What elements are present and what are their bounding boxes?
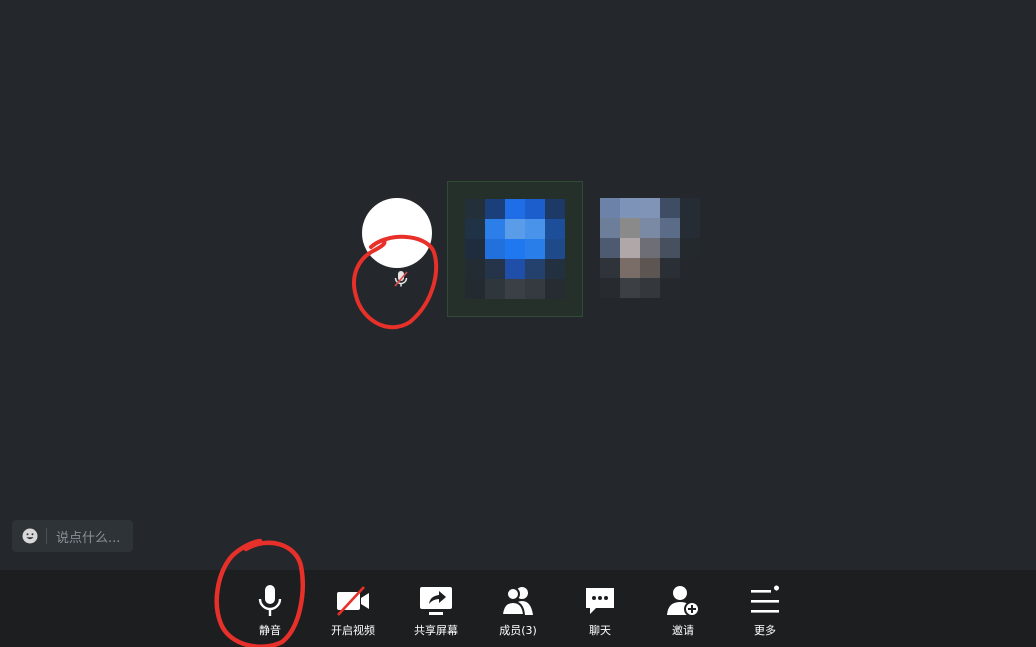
share-screen-icon (420, 587, 452, 615)
participant-video-tile[interactable] (600, 198, 720, 308)
participant-video-tile-active[interactable] (447, 181, 583, 317)
mute-button[interactable]: 静音 (229, 570, 311, 647)
chat-placeholder: 说点什么... (56, 530, 121, 546)
chat-separator (46, 528, 47, 544)
members-icon (500, 587, 533, 616)
chat-label: 聊天 (589, 624, 611, 637)
members-label: 成员(3) (499, 624, 537, 637)
start-video-button[interactable]: 开启视频 (312, 570, 394, 647)
video-stage (0, 0, 1036, 570)
start-video-label: 开启视频 (331, 624, 375, 637)
video-off-icon (337, 586, 369, 616)
invite-icon (667, 586, 700, 617)
invite-button[interactable]: 邀请 (642, 570, 724, 647)
share-screen-button[interactable]: 共享屏幕 (395, 570, 477, 647)
participant-avatar[interactable] (362, 198, 432, 268)
microphone-icon (258, 585, 282, 616)
pixelated-video (600, 198, 700, 298)
bottom-toolbar: 静音 开启视频 共享屏幕 成员(3) 聊天 邀请 更多 (0, 570, 1036, 647)
participant-muted-mic-icon (394, 271, 408, 287)
invite-label: 邀请 (672, 624, 694, 637)
pixelated-video (465, 199, 565, 299)
mute-label: 静音 (259, 624, 281, 637)
chat-button[interactable]: 聊天 (559, 570, 641, 647)
more-label: 更多 (754, 624, 776, 637)
members-button[interactable]: 成员(3) (477, 570, 559, 647)
smile-icon[interactable] (22, 528, 38, 544)
share-screen-label: 共享屏幕 (414, 624, 458, 637)
more-button[interactable]: 更多 (724, 570, 806, 647)
chat-icon (586, 588, 614, 614)
chat-input[interactable]: 说点什么... (12, 520, 133, 552)
more-icon (751, 585, 779, 613)
